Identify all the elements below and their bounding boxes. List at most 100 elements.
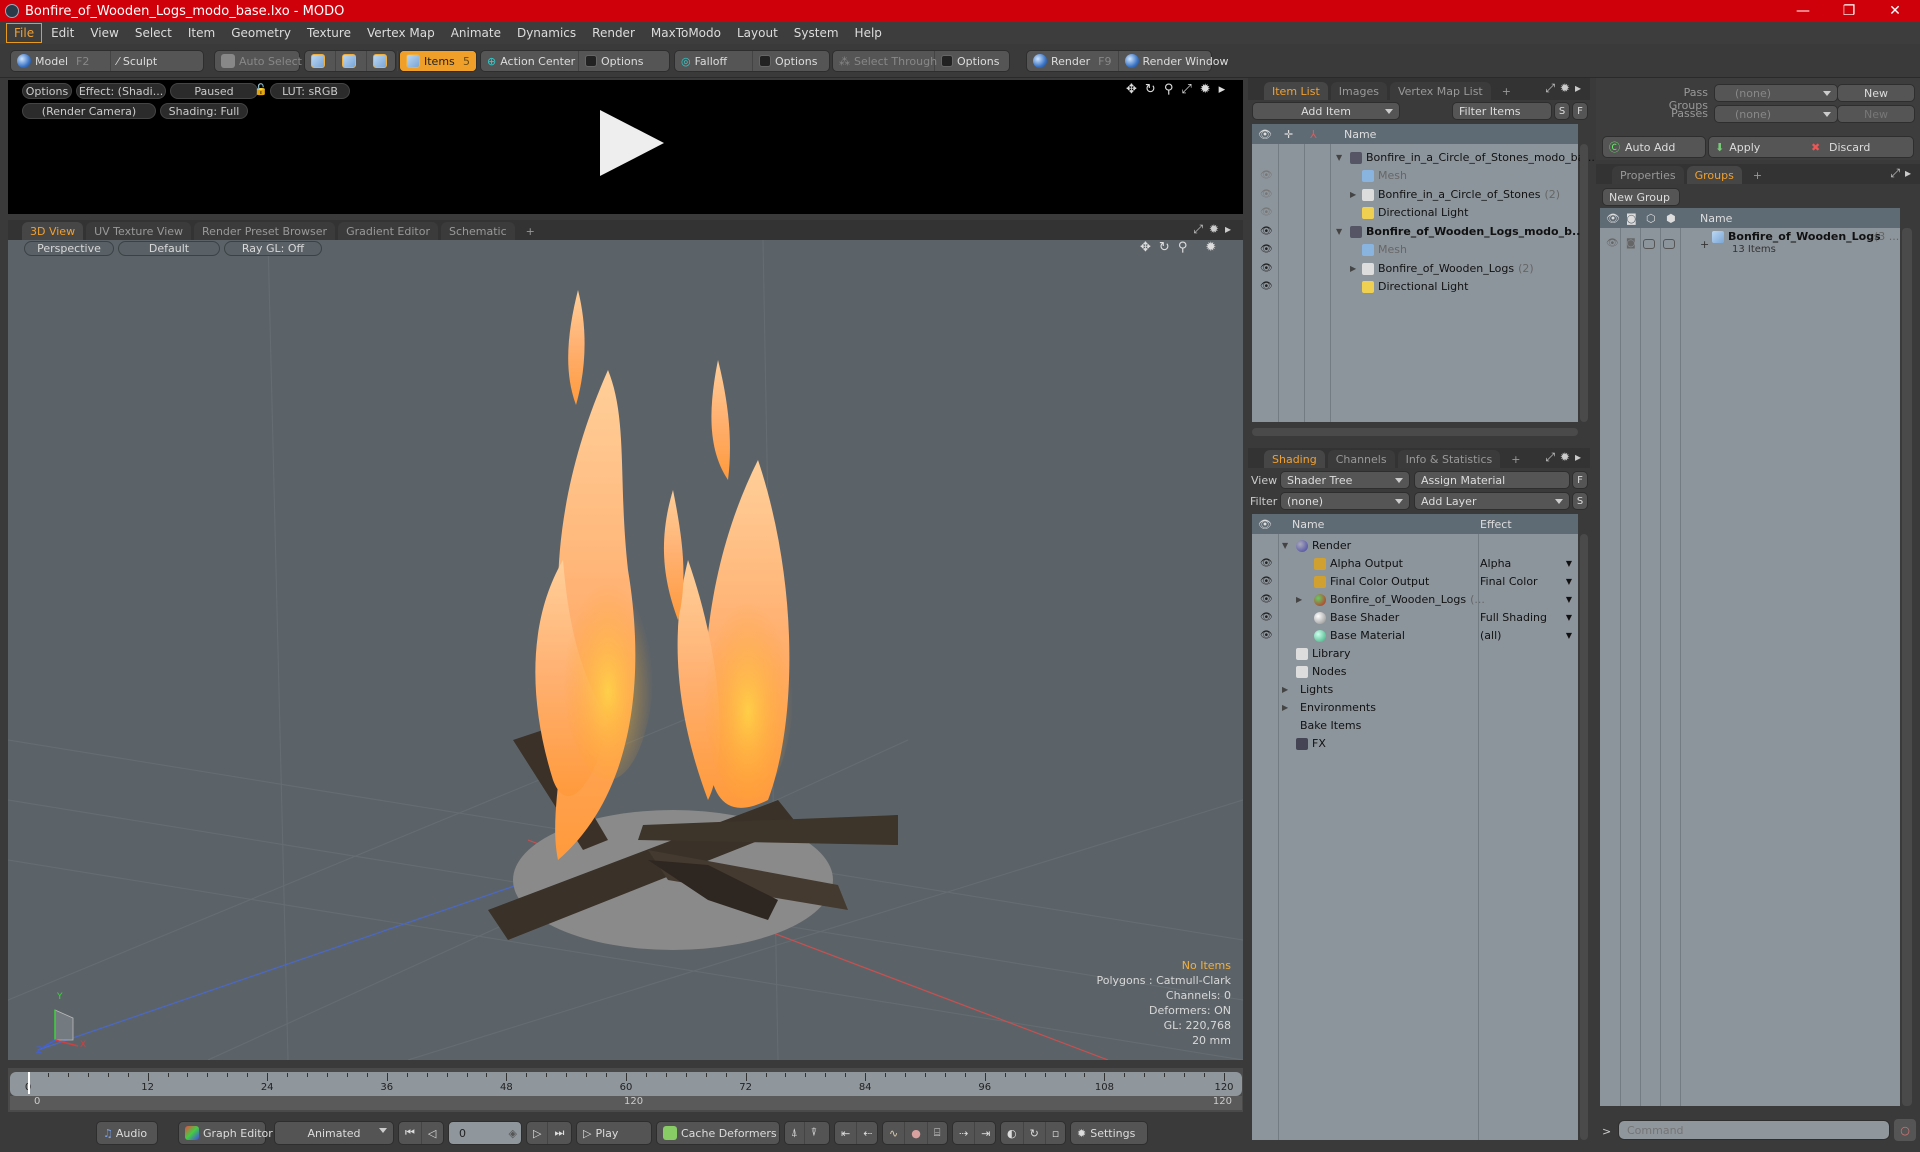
group-row[interactable]: 👁 ◙ + Bonfire_of_Wooden_Logs (3 ... 13 I…	[1600, 230, 1900, 260]
render-camera-dropdown[interactable]: (Render Camera)	[22, 103, 156, 119]
auto-add-button[interactable]: Ⓒ Auto Add	[1602, 136, 1706, 158]
add-tab-button[interactable]: +	[1745, 166, 1770, 184]
vertices-mode-button[interactable]	[305, 51, 336, 71]
visibility-eye-icon[interactable]: 👁	[1260, 207, 1274, 218]
view-dropdown[interactable]: Shader Tree	[1280, 471, 1410, 489]
tab-3d-view[interactable]: 3D View	[22, 222, 84, 240]
add-tab-button[interactable]: +	[1494, 82, 1519, 100]
previous-key-button[interactable]: ◁	[422, 1122, 442, 1144]
visibility-eye-icon[interactable]: 👁	[1260, 263, 1274, 274]
shader-tree-scrollbar[interactable]	[1580, 534, 1588, 1140]
go-to-start-button[interactable]: ⏮	[399, 1122, 422, 1144]
expand-toggle-icon[interactable]: ▼	[1282, 541, 1288, 550]
menu-select[interactable]: Select	[128, 24, 179, 42]
chevron-down-icon[interactable]: ▼	[1566, 595, 1572, 604]
pass-groups-dropdown[interactable]: (none)	[1714, 84, 1838, 102]
menu-system[interactable]: System	[787, 24, 846, 42]
pan-icon[interactable]: ✥	[1140, 240, 1151, 255]
tab-uv-texture-view[interactable]: UV Texture View	[86, 222, 192, 240]
chevron-down-icon[interactable]: ▼	[1566, 631, 1572, 640]
pan-icon[interactable]: ✥	[1126, 82, 1137, 97]
tab-groups[interactable]: Groups	[1686, 166, 1742, 184]
visibility-eye-icon[interactable]: 👁	[1260, 244, 1274, 255]
visibility-toggle-icon[interactable]: 👁	[1606, 238, 1619, 249]
key-layer-button[interactable]: ▫	[1046, 1122, 1065, 1144]
expand-arrow-icon[interactable]: ▸	[1219, 82, 1226, 97]
chevron-down-icon[interactable]: ▼	[1566, 613, 1572, 622]
restore-button[interactable]: ❐	[1826, 0, 1872, 22]
3d-viewport[interactable]: Y X Z Perspective Default Ray GL: Off ✥ …	[8, 240, 1243, 1060]
filter-items-input[interactable]: Filter Items	[1452, 102, 1552, 120]
visibility-eye-icon[interactable]: 👁	[1260, 576, 1274, 587]
item-list-scrollbar[interactable]	[1580, 144, 1588, 422]
bonfire-model[interactable]	[488, 290, 898, 950]
maximize-icon[interactable]: ⤢	[1181, 82, 1191, 97]
chevron-down-icon[interactable]: ▼	[1566, 559, 1572, 568]
item-list-row[interactable]: 👁 Directional Light	[1252, 204, 1578, 222]
select-toggle[interactable]	[1663, 239, 1675, 249]
add-item-dropdown[interactable]: Add Item	[1252, 102, 1400, 120]
shader-tree-row[interactable]: 👁 Alpha Output Alpha ▼	[1252, 554, 1578, 572]
lut-dropdown[interactable]: LUT: sRGB	[270, 83, 350, 99]
polygons-mode-button[interactable]	[367, 51, 398, 71]
viewport-tab-controls[interactable]: ⤢✹▸	[1193, 222, 1237, 237]
menu-help[interactable]: Help	[848, 24, 889, 42]
next-key-button[interactable]: ▷	[527, 1122, 549, 1144]
last-key-button[interactable]: ⇥	[975, 1122, 996, 1144]
menu-file[interactable]: File	[6, 23, 43, 43]
passes-dropdown[interactable]: (none)	[1714, 105, 1838, 123]
rotate-icon[interactable]: ↻	[1159, 240, 1170, 255]
shading-dropdown[interactable]: Shading: Full	[160, 103, 248, 119]
menu-render[interactable]: Render	[585, 24, 642, 42]
effect-dropdown[interactable]: Alpha	[1480, 557, 1511, 570]
tab-shading[interactable]: Shading	[1264, 450, 1325, 468]
shader-tree-row[interactable]: 👁 Base Material (all) ▼	[1252, 626, 1578, 644]
item-list-row[interactable]: 👁 Directional Light	[1252, 278, 1578, 296]
tab-render-preset-browser[interactable]: Render Preset Browser	[194, 222, 336, 240]
add-layer-dropdown[interactable]: Add Layer	[1414, 492, 1570, 510]
name-column-header[interactable]: Name	[1292, 518, 1324, 531]
filter-dropdown[interactable]: (none)	[1280, 492, 1410, 510]
effect-dropdown[interactable]: Final Color	[1480, 575, 1538, 588]
menu-geometry[interactable]: Geometry	[224, 24, 298, 42]
add-tab-button[interactable]: +	[518, 222, 543, 240]
preview-paused-button[interactable]: Paused	[170, 83, 258, 99]
expand-toggle-icon[interactable]: ▶	[1282, 703, 1288, 712]
expand-toggle-icon[interactable]: ▶	[1296, 595, 1302, 604]
apply-button[interactable]: Apply	[1729, 141, 1760, 154]
discard-button[interactable]: Discard	[1829, 141, 1870, 154]
minimize-button[interactable]: —	[1780, 0, 1826, 22]
command-input[interactable]	[1618, 1120, 1890, 1140]
go-to-end-button[interactable]: ⏭	[548, 1122, 570, 1144]
expand-plus-icon[interactable]: +	[1700, 238, 1709, 251]
effect-dropdown[interactable]: Full Shading	[1480, 611, 1547, 624]
shader-tree-row[interactable]: ▶ Environments	[1252, 698, 1578, 716]
shader-tree-row[interactable]: ▼ Render	[1252, 536, 1578, 554]
shading-f-button[interactable]: F	[1572, 471, 1588, 489]
lock-column-icon[interactable]: ⬡	[1646, 212, 1656, 225]
rotate-icon[interactable]: ↻	[1145, 82, 1156, 97]
perspective-dropdown[interactable]: Perspective	[24, 241, 114, 256]
auto-select-button[interactable]: Auto Select	[214, 50, 302, 72]
menu-animate[interactable]: Animate	[444, 24, 508, 42]
apply-icon[interactable]: ⬇	[1715, 141, 1724, 154]
tab-properties[interactable]: Properties	[1612, 166, 1684, 184]
gear-icon[interactable]: ✹	[1200, 82, 1211, 97]
visibility-eye-icon[interactable]: 👁	[1260, 189, 1274, 200]
shader-tree-row[interactable]: Bake Items	[1252, 716, 1578, 734]
default-style-dropdown[interactable]: Default	[118, 241, 220, 256]
key-channels-button[interactable]: ⌸	[928, 1122, 947, 1144]
menu-texture[interactable]: Texture	[300, 24, 358, 42]
zoom-icon[interactable]: ⚲	[1164, 82, 1174, 97]
select-through-options-button[interactable]: Options	[935, 51, 1005, 71]
first-key-button[interactable]: ⇤	[835, 1122, 858, 1144]
frame-jog-icon[interactable]: ◈	[509, 1127, 517, 1140]
new-group-button[interactable]: New Group	[1602, 188, 1680, 206]
axis-column-icon[interactable]: ⅄	[1310, 128, 1317, 141]
raygl-dropdown[interactable]: Ray GL: Off	[224, 241, 322, 256]
preview-effect-dropdown[interactable]: Effect: (Shadi...	[76, 83, 166, 99]
item-list-row[interactable]: 👁 ▼ Bonfire_of_Wooden_Logs_modo_b...	[1252, 222, 1585, 240]
audio-button[interactable]: ♫ Audio	[96, 1121, 158, 1145]
add-tab-button[interactable]: +	[1503, 450, 1528, 468]
render-window-button[interactable]: Render Window	[1119, 51, 1235, 71]
